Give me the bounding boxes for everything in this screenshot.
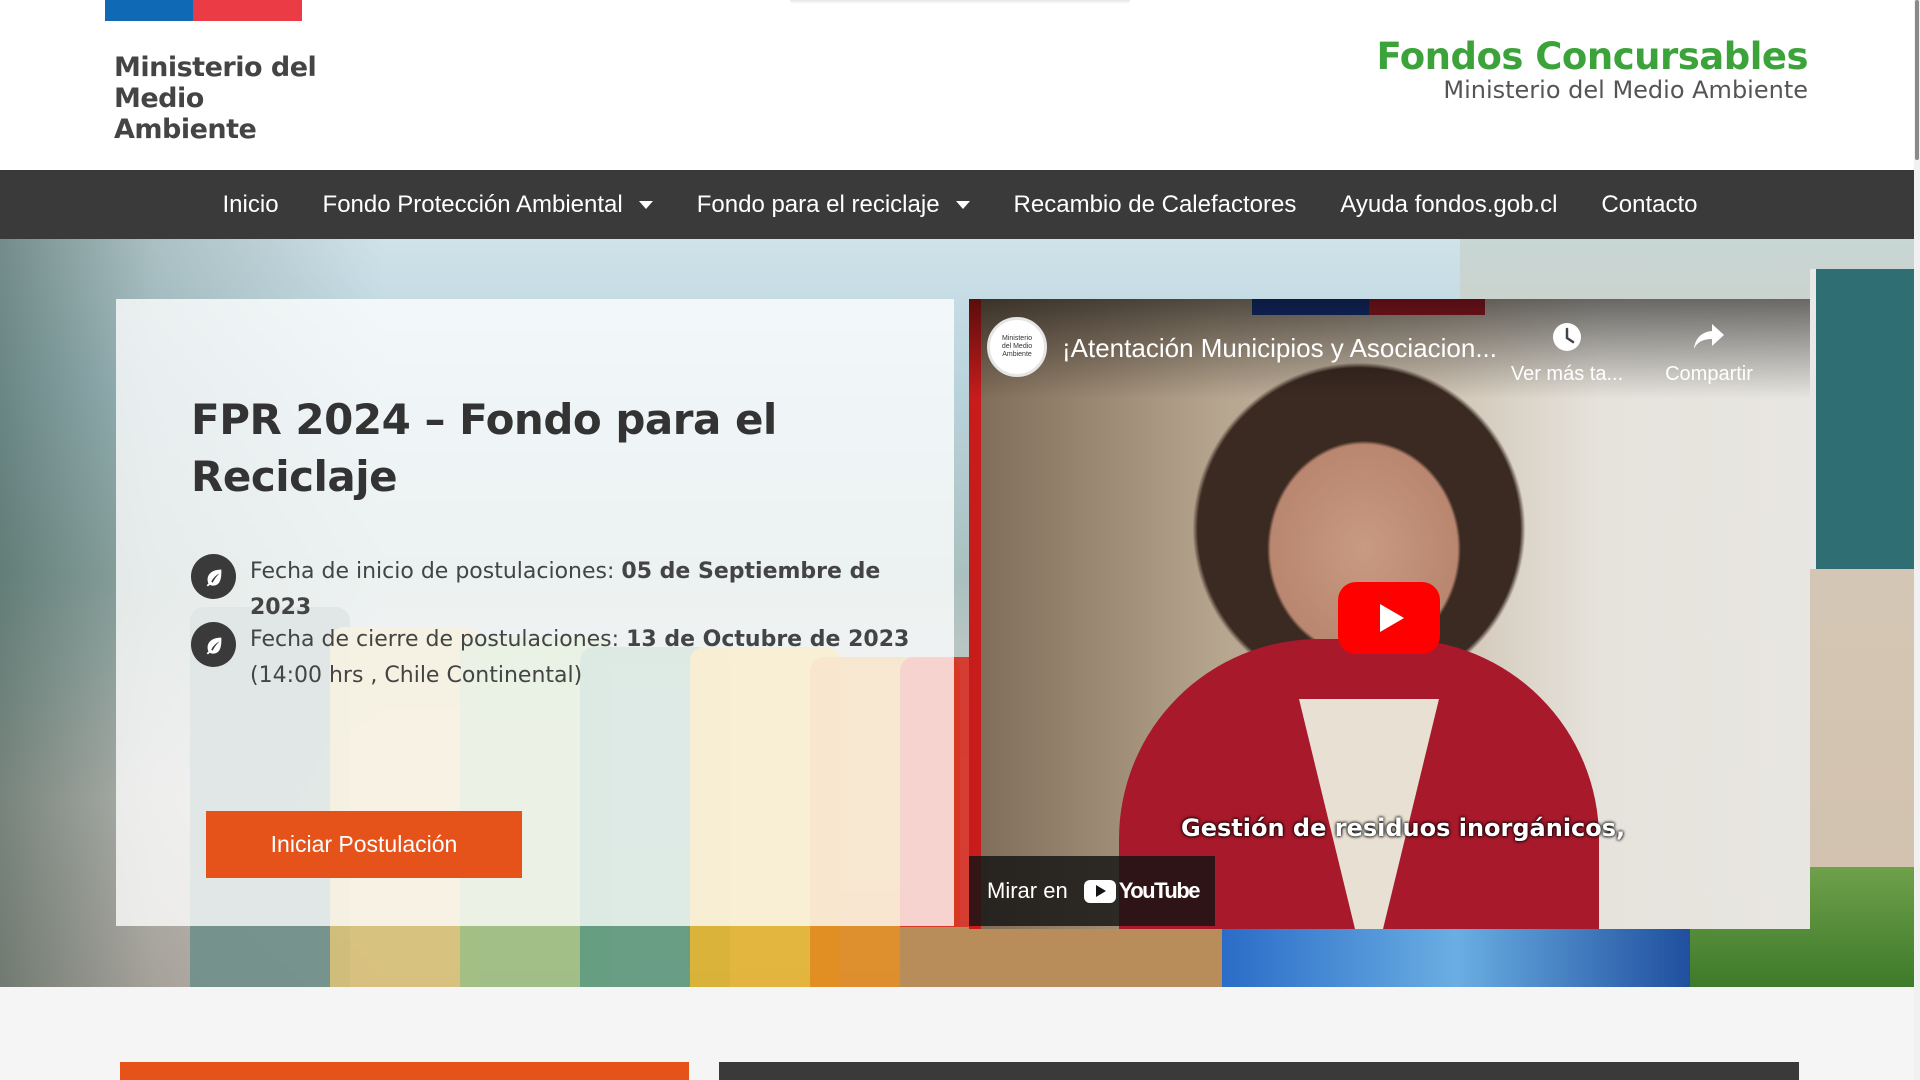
scrollbar-thumb[interactable] <box>1915 0 1919 160</box>
flag-blue <box>105 0 193 21</box>
share-icon <box>1649 317 1769 357</box>
end-date-row: Fecha de cierre de postulaciones: 13 de … <box>191 622 930 694</box>
nav-item-contacto[interactable]: Contacto <box>1579 170 1719 239</box>
top-shadow <box>790 0 1130 4</box>
nav-item-label: Contacto <box>1601 190 1698 218</box>
nav-item-label: Fondo Protección Ambiental <box>322 190 623 218</box>
section-card-orange <box>120 1062 689 1080</box>
chile-flag-stripe <box>105 0 302 21</box>
leaf-icon <box>191 622 236 667</box>
play-icon <box>1379 604 1404 632</box>
flag-red <box>193 0 302 21</box>
watch-later-label: Ver más ta... <box>1510 363 1624 385</box>
end-date-text: Fecha de cierre de postulaciones: 13 de … <box>250 622 930 694</box>
nav-item-ayuda[interactable]: Ayuda fondos.gob.cl <box>1318 170 1579 239</box>
nav-item-label: Fondo para el reciclaje <box>696 190 940 218</box>
nav-item-label: Inicio <box>222 190 279 218</box>
fund-info-card: FPR 2024 – Fondo para el Reciclaje Fecha… <box>116 299 954 926</box>
page-scrollbar[interactable] <box>1914 0 1920 1080</box>
leaf-icon <box>191 554 236 599</box>
video-title[interactable]: ¡Atentación Municipios y Asociacion... <box>1062 333 1497 364</box>
nav-item-inicio[interactable]: Inicio <box>201 170 301 239</box>
hero-section: FPR 2024 – Fondo para el Reciclaje Fecha… <box>0 239 1920 987</box>
youtube-wordmark: YouTube <box>1118 878 1201 903</box>
ministry-logo[interactable]: Ministerio del Medio Ambiente <box>114 52 324 145</box>
end-date-label: Fecha de cierre de postulaciones: <box>250 627 620 652</box>
video-caption: Gestión de residuos inorgánicos, <box>1181 814 1626 842</box>
youtube-logo: YouTube <box>1083 878 1201 904</box>
brand-subtitle: Ministerio del Medio Ambiente <box>1443 76 1808 104</box>
end-date-note: (14:00 hrs , Chile Continental) <box>250 663 583 688</box>
brand-logo[interactable]: Fondos Concursables Ministerio del Medio… <box>1376 35 1808 105</box>
watch-on-label: Mirar en <box>987 878 1068 903</box>
nav-item-label: Ayuda fondos.gob.cl <box>1340 190 1558 218</box>
watch-on-youtube-button[interactable]: Mirar en YouTube <box>969 856 1215 926</box>
start-date-label: Fecha de inicio de postulaciones: <box>250 559 615 584</box>
share-label: Compartir <box>1665 363 1753 385</box>
hero-bg-window <box>1810 269 1920 569</box>
start-application-button[interactable]: Iniciar Postulación <box>206 811 522 878</box>
play-button[interactable] <box>1338 582 1440 654</box>
clock-icon <box>1507 317 1627 357</box>
hero-bg-ground <box>900 927 1222 987</box>
fund-title: FPR 2024 – Fondo para el Reciclaje <box>191 395 777 501</box>
nav-item-label: Recambio de Calefactores <box>1013 190 1297 218</box>
channel-avatar[interactable]: Ministerio del Medio Ambiente <box>987 317 1047 377</box>
channel-avatar-text: Ministerio del Medio Ambiente <box>1001 335 1033 358</box>
end-date-value: 13 de Octubre de 2023 <box>626 627 910 652</box>
hero-bg-blue-bench <box>1222 927 1690 987</box>
watch-later-button[interactable]: Ver más ta... <box>1507 317 1627 386</box>
youtube-play-icon <box>1083 879 1116 903</box>
brand-title: Fondos Concursables <box>1376 35 1808 78</box>
nav-item-recambio-calefactores[interactable]: Recambio de Calefactores <box>992 170 1319 239</box>
nav-item-fondo-reciclaje[interactable]: Fondo para el reciclaje <box>675 170 992 239</box>
caret-down-icon <box>638 200 653 209</box>
start-date-text: Fecha de inicio de postulaciones: 05 de … <box>250 554 930 626</box>
start-date-row: Fecha de inicio de postulaciones: 05 de … <box>191 554 930 626</box>
site-header: Ministerio del Medio Ambiente Fondos Con… <box>0 0 1920 170</box>
share-button[interactable]: Compartir <box>1649 317 1769 386</box>
youtube-embed[interactable]: Ministerio del Medio Ambiente ¡Atentació… <box>969 299 1810 929</box>
caret-down-icon <box>955 200 970 209</box>
section-card-dark <box>719 1062 1799 1080</box>
main-nav: Inicio Fondo Protección Ambiental Fondo … <box>0 170 1920 239</box>
nav-item-fondo-proteccion-ambiental[interactable]: Fondo Protección Ambiental <box>301 170 675 239</box>
